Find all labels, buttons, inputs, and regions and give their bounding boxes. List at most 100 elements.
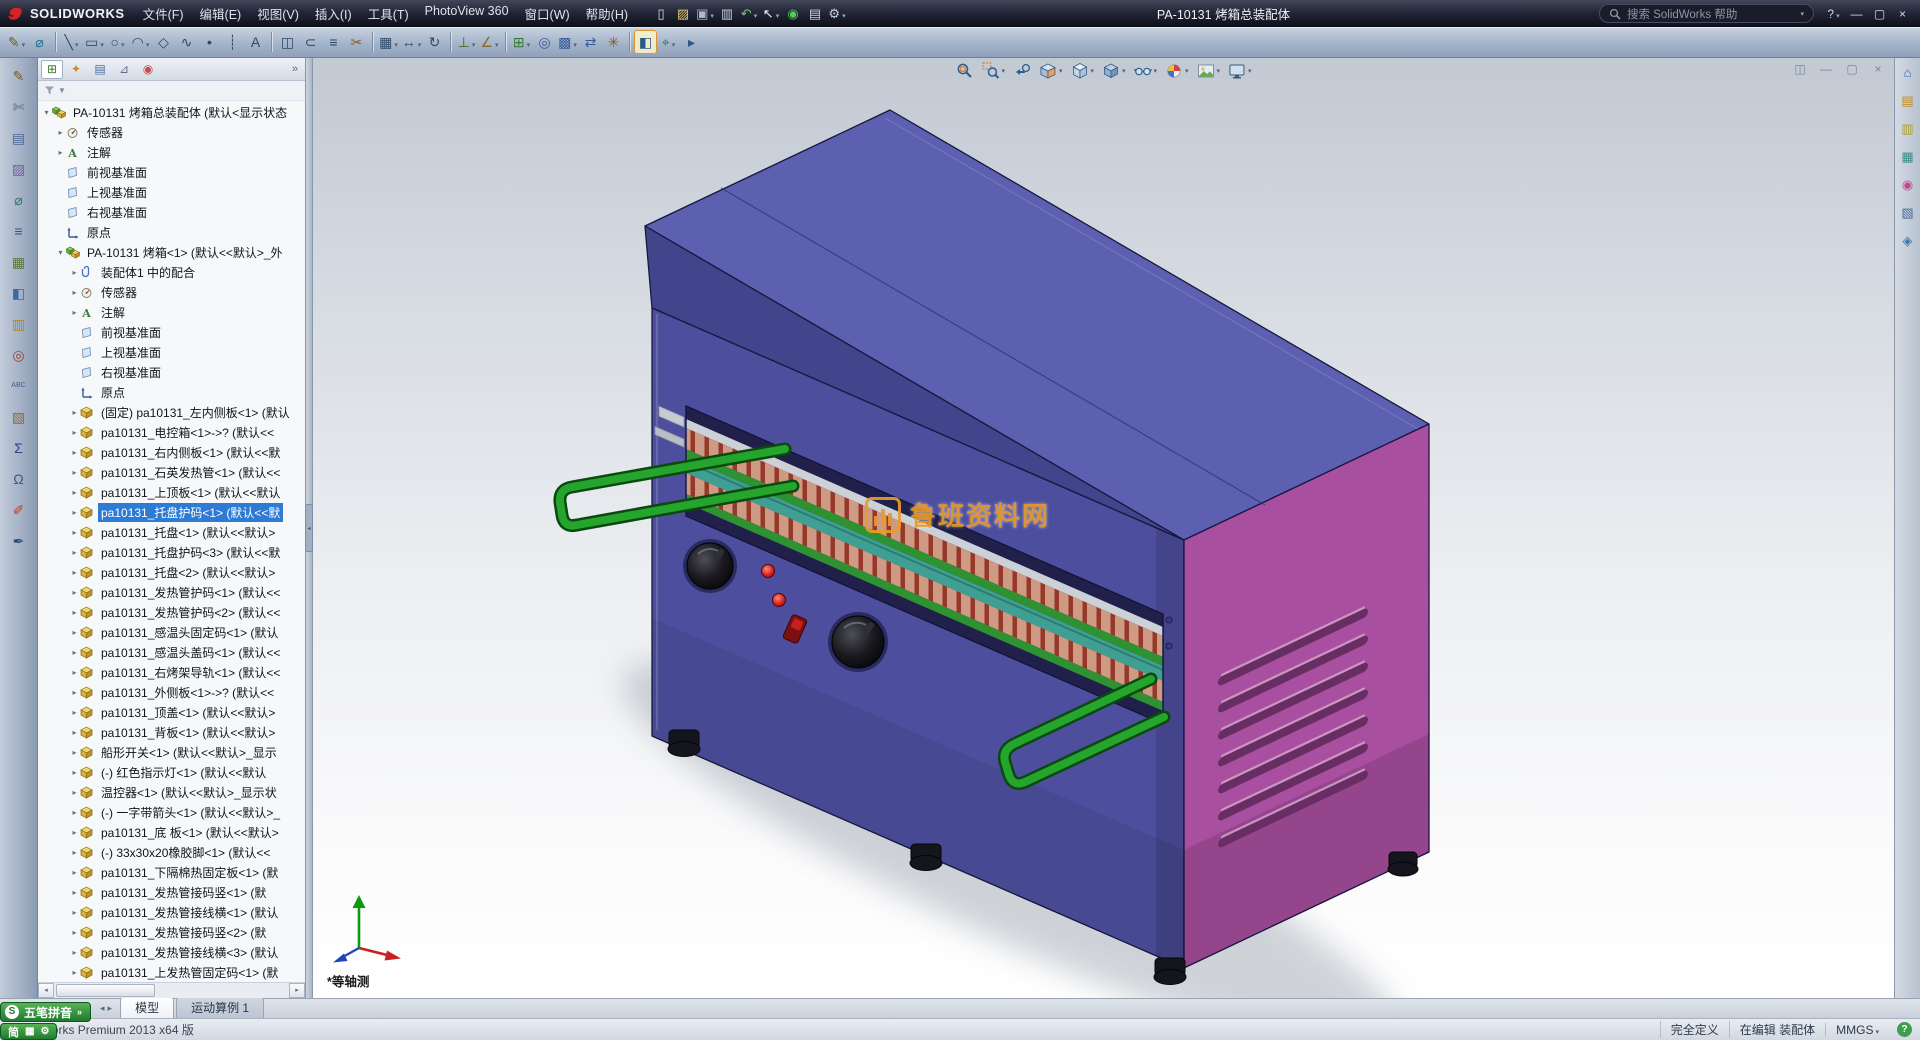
undo-icon[interactable]: ↶ ▾ bbox=[738, 4, 760, 23]
tree-item[interactable]: ▸ pa10131_右内侧板<1> (默认<<默 bbox=[38, 442, 305, 462]
tree-expander-icon[interactable]: ▸ bbox=[69, 288, 80, 297]
tree-expander-icon[interactable]: ▸ bbox=[69, 268, 80, 277]
sketch-icon[interactable]: ✎ ▾ bbox=[5, 30, 28, 54]
tab-model[interactable]: 模型 bbox=[120, 997, 175, 1018]
status-help-icon[interactable]: ? bbox=[1897, 1022, 1912, 1037]
tree-item[interactable]: 上视基准面 bbox=[38, 342, 305, 362]
ime-settings-icon[interactable]: ⚙ bbox=[40, 1026, 49, 1037]
print-icon[interactable]: ▥ bbox=[716, 4, 738, 23]
display-style-icon[interactable]: ▾ bbox=[1100, 61, 1128, 81]
polygon-icon[interactable]: ◇ bbox=[152, 30, 175, 54]
target-tool-icon[interactable]: ◎ bbox=[6, 345, 32, 365]
component-pattern-icon[interactable]: ▩ ▾ bbox=[556, 30, 579, 54]
reference-geometry-icon[interactable]: ⌖ ▾ bbox=[657, 30, 680, 54]
tree-item[interactable]: ▸ 温控器<1> (默认<<默认>_显示状 bbox=[38, 782, 305, 802]
tree-item[interactable]: ▸ pa10131_托盘<1> (默认<<默认> bbox=[38, 522, 305, 542]
tree-item[interactable]: ▸ A 注解 bbox=[38, 302, 305, 322]
library-folder-icon[interactable]: ▥ bbox=[6, 314, 32, 334]
tree-item[interactable]: ▸ 传感器 bbox=[38, 122, 305, 142]
tree-expander-icon[interactable]: ▸ bbox=[69, 948, 80, 957]
tab-dimxpertmanager[interactable]: ⊿ bbox=[113, 60, 135, 79]
tree-expander-icon[interactable]: ▸ bbox=[69, 668, 80, 677]
tree-item[interactable]: ▸ pa10131_石英发热管<1> (默认<< bbox=[38, 462, 305, 482]
tab-motion-study[interactable]: 运动算例 1 bbox=[176, 997, 265, 1018]
menu-photoview-360[interactable]: PhotoView 360 bbox=[417, 2, 517, 25]
tree-expander-icon[interactable]: ▸ bbox=[69, 928, 80, 937]
grid-tool-icon[interactable]: ▦ bbox=[6, 252, 32, 272]
tree-item[interactable]: ▸ A 注解 bbox=[38, 142, 305, 162]
tree-expander-icon[interactable]: ▸ bbox=[69, 768, 80, 777]
help-button[interactable]: ? ▾ bbox=[1822, 5, 1845, 23]
tree-item[interactable]: ▸ pa10131_发热管接线横<3> (默认 bbox=[38, 942, 305, 962]
tab-propertymanager[interactable]: ✦ bbox=[65, 60, 87, 79]
tree-expander-icon[interactable]: ▸ bbox=[69, 608, 80, 617]
ime-lang-bar[interactable]: 简 ▦ ⚙ bbox=[0, 1023, 58, 1040]
panel-splitter[interactable]: ◂ bbox=[305, 58, 313, 998]
close-doc-icon[interactable]: × bbox=[1870, 62, 1886, 76]
select-arrow-icon[interactable]: ↖ ▾ bbox=[760, 4, 782, 23]
restore-doc-icon[interactable]: ▢ bbox=[1844, 62, 1860, 76]
tree-filter[interactable]: ▼ bbox=[38, 81, 305, 101]
mirror-entities-icon[interactable]: ◫ bbox=[276, 30, 299, 54]
tree-expander-icon[interactable]: ▸ bbox=[69, 548, 80, 557]
zoom-area-icon[interactable]: ▾ bbox=[979, 61, 1007, 81]
tree-item[interactable]: ▸ pa10131_右烤架导轨<1> (默认<< bbox=[38, 662, 305, 682]
clipboard-icon[interactable]: ▤ bbox=[6, 128, 32, 148]
exploded-view-icon[interactable]: ✳ bbox=[602, 30, 625, 54]
filter-dropdown-icon[interactable]: ▼ bbox=[58, 86, 66, 95]
tree-expander-icon[interactable]: ▸ bbox=[69, 808, 80, 817]
tree-item[interactable]: ▸ 装配体1 中的配合 bbox=[38, 262, 305, 282]
control-knob-top[interactable] bbox=[683, 539, 737, 593]
tree-item[interactable]: ▸ pa10131_下隔棉热固定板<1> (默 bbox=[38, 862, 305, 882]
status-units[interactable]: MMGS ▾ bbox=[1825, 1022, 1889, 1037]
menu-insert[interactable]: 插入(I) bbox=[307, 2, 360, 25]
image-tool-icon[interactable]: ▨ bbox=[6, 159, 32, 179]
panel-tabs-overflow[interactable]: » bbox=[292, 63, 302, 75]
pen-tool-icon[interactable]: ✒ bbox=[6, 531, 32, 551]
measure-tool-icon[interactable]: ⌀ bbox=[6, 190, 32, 210]
indicator-light-2[interactable] bbox=[772, 593, 786, 607]
circle-icon[interactable]: ○ ▾ bbox=[106, 30, 129, 54]
tree-expander-icon[interactable]: ▸ bbox=[69, 888, 80, 897]
apply-scene-icon[interactable]: ▾ bbox=[1195, 61, 1223, 81]
tree-item[interactable]: 前视基准面 bbox=[38, 162, 305, 182]
tree-item[interactable]: 上视基准面 bbox=[38, 182, 305, 202]
tree-expander-icon[interactable]: ▸ bbox=[69, 908, 80, 917]
scrollbar-thumb[interactable] bbox=[56, 984, 155, 997]
tab-scroll-left-icon[interactable]: ◂ bbox=[100, 1003, 105, 1014]
tree-expander-icon[interactable]: ▸ bbox=[69, 628, 80, 637]
spline-icon[interactable]: ∿ bbox=[175, 30, 198, 54]
close-button[interactable]: × bbox=[1891, 5, 1914, 23]
tree-expander-icon[interactable]: ▸ bbox=[69, 528, 80, 537]
tree-item[interactable]: ▸ (固定) pa10131_左内侧板<1> (默认 bbox=[38, 402, 305, 422]
tree-item[interactable]: 右视基准面 bbox=[38, 202, 305, 222]
control-knob-bottom[interactable] bbox=[828, 612, 888, 672]
smart-dimension-icon[interactable]: ⌀ bbox=[28, 30, 51, 54]
zoom-fit-icon[interactable] bbox=[953, 61, 975, 81]
tree-item[interactable]: ▸ 传感器 bbox=[38, 282, 305, 302]
tree-expander-icon[interactable]: ▸ bbox=[69, 828, 80, 837]
rotate-entities-icon[interactable]: ↻ bbox=[423, 30, 446, 54]
scrollbar-track[interactable] bbox=[54, 983, 289, 998]
new-document-icon[interactable]: ▯ bbox=[650, 4, 672, 23]
tree-item[interactable]: ▸ pa10131_感温头固定码<1> (默认 bbox=[38, 622, 305, 642]
indicator-light-1[interactable] bbox=[761, 564, 775, 578]
offset-entities-icon[interactable]: ≡ bbox=[322, 30, 345, 54]
section-tool-icon[interactable]: ◧ bbox=[6, 283, 32, 303]
splitter-grip[interactable]: ◂ bbox=[305, 504, 313, 552]
rebuild-icon[interactable]: ◉ bbox=[782, 4, 804, 23]
tree-expander-icon[interactable]: ▸ bbox=[69, 588, 80, 597]
tree-expander-icon[interactable]: ▸ bbox=[69, 468, 80, 477]
scissors-tool-icon[interactable]: ✄ bbox=[6, 97, 32, 117]
tree-item[interactable]: ▸ pa10131_发热管接线横<1> (默认 bbox=[38, 902, 305, 922]
menu-help[interactable]: 帮助(H) bbox=[578, 2, 636, 25]
oven-3d-model[interactable] bbox=[313, 58, 1894, 998]
view-settings-icon[interactable]: ▾ bbox=[1226, 61, 1254, 81]
menu-file[interactable]: 文件(F) bbox=[135, 2, 192, 25]
convert-entities-icon[interactable]: ⊂ bbox=[299, 30, 322, 54]
insert-component-icon[interactable]: ⊞ ▾ bbox=[510, 30, 533, 54]
tree-item[interactable]: ▸ pa10131_托盘护码<1> (默认<<默 bbox=[38, 502, 305, 522]
tree-expander-icon[interactable]: ▸ bbox=[69, 708, 80, 717]
previous-view-icon[interactable] bbox=[1011, 61, 1033, 81]
appearances-scenes-icon[interactable]: ◉ bbox=[1898, 176, 1918, 194]
